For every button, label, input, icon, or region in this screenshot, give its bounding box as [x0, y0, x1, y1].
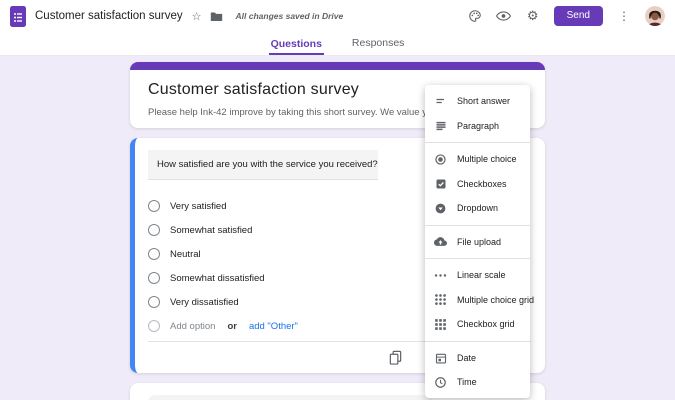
menu-item-label: Dropdown	[457, 203, 498, 213]
document-title[interactable]: Customer satisfaction survey	[35, 10, 183, 22]
add-other-link[interactable]: add "Other"	[249, 321, 298, 332]
tab-bar: Questions Responses	[0, 32, 675, 56]
short-answer-icon	[434, 95, 447, 108]
menu-item-multiple-choice-grid[interactable]: Multiple choice grid	[425, 288, 530, 313]
radio-icon[interactable]	[148, 224, 160, 236]
question-type-menu: Short answer Paragraph Multiple choice C	[425, 85, 530, 398]
file-upload-icon	[434, 235, 447, 248]
tab-questions[interactable]: Questions	[269, 38, 324, 56]
menu-item-short-answer[interactable]: Short answer	[425, 89, 530, 114]
option-label[interactable]: Very satisfied	[170, 201, 227, 212]
google-forms-editor: Customer satisfaction survey ☆ All chang…	[0, 0, 675, 400]
checkboxes-icon	[434, 177, 447, 190]
menu-item-label: Date	[457, 353, 476, 363]
add-option-button[interactable]: Add option	[170, 321, 215, 332]
star-icon[interactable]: ☆	[192, 10, 202, 23]
more-options-icon[interactable]: ⋮	[616, 9, 632, 23]
form-canvas: Customer satisfaction survey Please help…	[0, 56, 675, 400]
menu-item-date[interactable]: Date	[425, 346, 530, 371]
menu-item-label: Checkboxes	[457, 179, 507, 189]
menu-item-file-upload[interactable]: File upload	[425, 230, 530, 255]
send-button[interactable]: Send	[554, 6, 603, 26]
date-icon	[434, 351, 447, 364]
option-label[interactable]: Somewhat dissatisfied	[170, 273, 265, 284]
paragraph-icon	[434, 119, 447, 132]
menu-item-dropdown[interactable]: Dropdown	[425, 196, 530, 221]
menu-item-time[interactable]: Time	[425, 370, 530, 395]
tab-responses[interactable]: Responses	[350, 37, 407, 55]
forms-app-icon[interactable]	[10, 6, 26, 27]
multiple-choice-grid-icon	[434, 293, 447, 306]
top-bar-actions: ⚙ Send ⋮	[467, 6, 665, 26]
menu-item-label: Linear scale	[457, 270, 506, 280]
top-bar: Customer satisfaction survey ☆ All chang…	[0, 0, 675, 32]
menu-item-linear-scale[interactable]: Linear scale	[425, 263, 530, 288]
option-label[interactable]: Neutral	[170, 249, 201, 260]
menu-item-checkbox-grid[interactable]: Checkbox grid	[425, 312, 530, 337]
folder-icon[interactable]	[210, 11, 223, 22]
palette-icon[interactable]	[467, 8, 483, 24]
radio-icon[interactable]	[148, 200, 160, 212]
dropdown-icon	[434, 202, 447, 215]
next-question-input[interactable]	[148, 395, 433, 400]
menu-item-label: Checkbox grid	[457, 319, 515, 329]
or-label: or	[227, 321, 237, 332]
menu-item-checkboxes[interactable]: Checkboxes	[425, 172, 530, 197]
preview-eye-icon[interactable]	[496, 8, 512, 24]
radio-icon[interactable]	[148, 248, 160, 260]
question-title-input[interactable]: How satisfied are you with the service y…	[148, 150, 378, 180]
multiple-choice-icon	[434, 153, 447, 166]
radio-icon	[148, 320, 160, 332]
time-icon	[434, 376, 447, 389]
radio-icon[interactable]	[148, 272, 160, 284]
avatar[interactable]	[645, 6, 665, 26]
saved-status: All changes saved in Drive	[236, 11, 344, 21]
checkbox-grid-icon	[434, 318, 447, 331]
menu-item-label: Short answer	[457, 96, 510, 106]
menu-item-label: Paragraph	[457, 121, 499, 131]
duplicate-icon[interactable]	[388, 350, 403, 365]
menu-item-label: Multiple choice grid	[457, 295, 534, 305]
radio-icon[interactable]	[148, 296, 160, 308]
linear-scale-icon	[434, 269, 447, 282]
menu-item-label: File upload	[457, 237, 501, 247]
menu-item-label: Multiple choice	[457, 154, 517, 164]
menu-separator	[425, 341, 530, 342]
menu-separator	[425, 225, 530, 226]
menu-separator	[425, 258, 530, 259]
menu-item-paragraph[interactable]: Paragraph	[425, 114, 530, 139]
menu-separator	[425, 142, 530, 143]
settings-gear-icon[interactable]: ⚙	[525, 8, 541, 24]
option-label[interactable]: Very dissatisfied	[170, 297, 239, 308]
option-label[interactable]: Somewhat satisfied	[170, 225, 252, 236]
menu-item-label: Time	[457, 377, 477, 387]
title-card-accent-bar	[130, 62, 545, 70]
menu-item-multiple-choice[interactable]: Multiple choice	[425, 147, 530, 172]
